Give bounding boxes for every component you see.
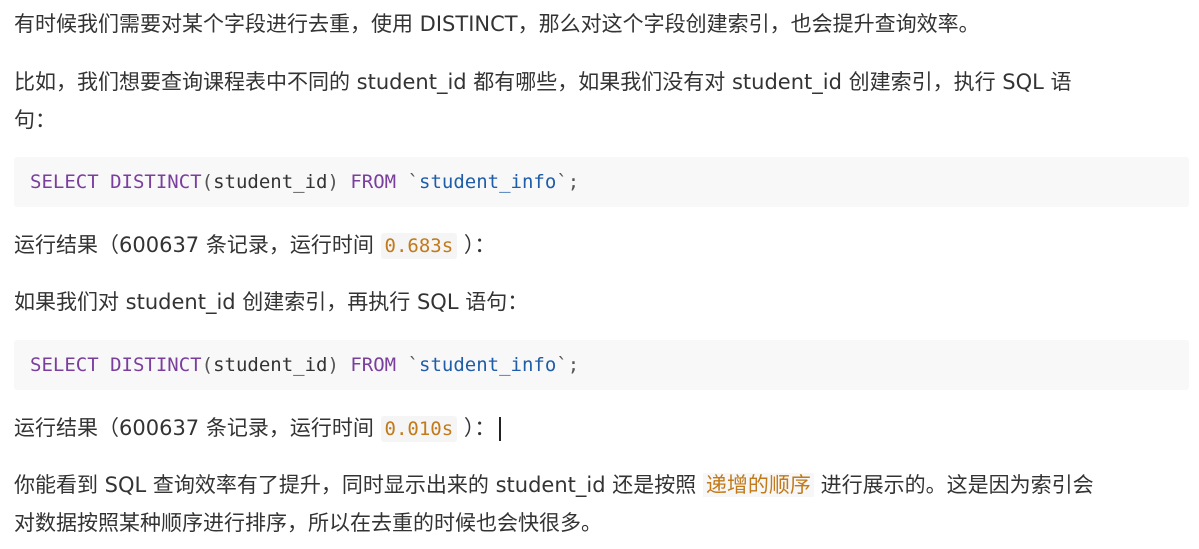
code-backtick-close: ` [556, 171, 568, 193]
code-column: student_id [213, 354, 328, 376]
code-semicolon: ; [567, 354, 580, 376]
text-cursor [499, 417, 502, 441]
code-paren-close: ) [327, 171, 339, 193]
code-table-name: student_info [419, 354, 557, 376]
paragraph-example-line2: 句： [14, 108, 56, 132]
code-keyword-from: FROM [350, 171, 397, 193]
code-block-without-index[interactable]: SELECT DISTINCT(student_id) FROM `studen… [14, 157, 1189, 207]
code-paren-close: ) [327, 354, 339, 376]
code-table-name: student_info [419, 171, 557, 193]
code-backtick-open: ` [407, 171, 420, 193]
paragraph-with-index-intro: 如果我们对 student_id 创建索引，再执行 SQL 语句： [14, 290, 529, 314]
conclusion-line2: 对数据按照某种顺序进行排序，所以在去重的时候也会快很多。 [14, 511, 602, 535]
result-text-pre: 运行结果（600637 条记录，运行时间 [14, 233, 381, 257]
paragraph-conclusion: 你能看到 SQL 查询效率有了提升，同时显示出来的 student_id 还是按… [14, 466, 1094, 542]
conclusion-line1-pre: 你能看到 SQL 查询效率有了提升，同时显示出来的 student_id 还是按… [14, 473, 703, 497]
inline-code-time: 0.683s [380, 233, 458, 259]
code-column: student_id [213, 171, 328, 193]
code-keyword-from: FROM [350, 354, 397, 376]
code-keyword-distinct: DISTINCT [110, 354, 202, 376]
paragraph-distinct-intro: 有时候我们需要对某个字段进行去重，使用 DISTINCT，那么对这个字段创建索引… [14, 12, 980, 36]
code-backtick-open: ` [407, 354, 420, 376]
code-semicolon: ; [567, 171, 580, 193]
inline-code-time: 0.010s [380, 416, 458, 442]
code-paren-open: ( [201, 171, 214, 193]
code-keyword-select: SELECT [30, 171, 99, 193]
code-keyword-distinct: DISTINCT [110, 171, 202, 193]
code-paren-open: ( [201, 354, 214, 376]
paragraph-result-without-index: 运行结果（600637 条记录，运行时间 0.683s ）： [14, 226, 495, 265]
code-backtick-close: ` [556, 354, 568, 376]
highlighted-term: 递增的顺序 [702, 473, 814, 497]
result-text-post: ）： [457, 416, 496, 440]
result-text-pre: 运行结果（600637 条记录，运行时间 [14, 416, 381, 440]
paragraph-example-intro: 比如，我们想要查询课程表中不同的 student_id 都有哪些，如果我们没有对… [14, 63, 1072, 139]
paragraph-example-line1: 比如，我们想要查询课程表中不同的 student_id 都有哪些，如果我们没有对… [14, 70, 1072, 94]
code-keyword-select: SELECT [30, 354, 99, 376]
code-block-with-index[interactable]: SELECT DISTINCT(student_id) FROM `studen… [14, 340, 1189, 390]
paragraph-result-with-index: 运行结果（600637 条记录，运行时间 0.010s ）： [14, 409, 502, 448]
conclusion-line1-post: 进行展示的。这是因为索引会 [813, 473, 1094, 497]
result-text-post: ）： [457, 233, 496, 257]
